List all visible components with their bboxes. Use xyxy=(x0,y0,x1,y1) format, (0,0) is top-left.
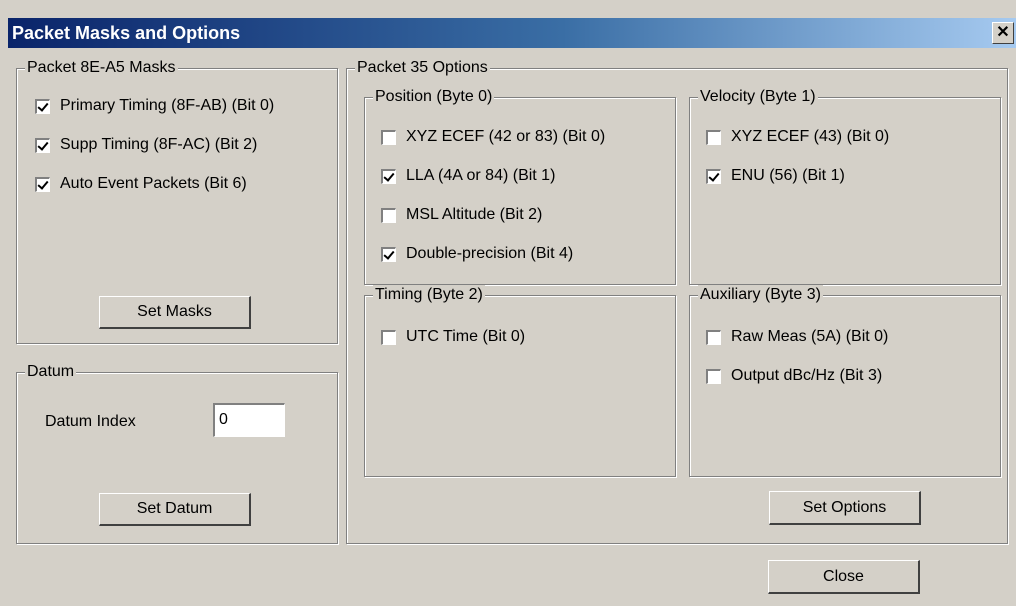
checkbox[interactable] xyxy=(381,246,396,262)
checkbox-label: MSL Altitude (Bit 2) xyxy=(406,206,543,223)
checkbox-label: Output dBc/Hz (Bit 3) xyxy=(731,367,883,384)
checkbox-pos-lla[interactable]: LLA (4A or 84) (Bit 1) xyxy=(381,167,555,185)
checkbox[interactable] xyxy=(381,168,396,184)
position-group: Position (Byte 0) XYZ ECEF (42 or 83) (B… xyxy=(364,87,676,285)
datum-legend: Datum xyxy=(25,362,77,382)
set-options-button[interactable]: Set Options xyxy=(769,491,921,525)
checkbox-raw-meas[interactable]: Raw Meas (5A) (Bit 0) xyxy=(706,328,888,346)
checkbox-pos-msl-altitude[interactable]: MSL Altitude (Bit 2) xyxy=(381,206,542,224)
checkbox-output-dbc[interactable]: Output dBc/Hz (Bit 3) xyxy=(706,367,882,385)
checkbox[interactable] xyxy=(706,368,721,384)
timing-legend: Timing (Byte 2) xyxy=(373,285,485,305)
close-button[interactable]: Close xyxy=(768,560,920,594)
velocity-legend: Velocity (Byte 1) xyxy=(698,87,818,107)
checkbox-utc-time[interactable]: UTC Time (Bit 0) xyxy=(381,328,525,346)
checkbox[interactable] xyxy=(381,129,396,145)
position-legend: Position (Byte 0) xyxy=(373,87,495,107)
checkbox-label: XYZ ECEF (43) (Bit 0) xyxy=(731,128,890,145)
checkbox[interactable] xyxy=(381,207,396,223)
set-datum-button[interactable]: Set Datum xyxy=(99,493,251,526)
timing-group: Timing (Byte 2) UTC Time (Bit 0) xyxy=(364,285,676,477)
checkbox-pos-xyz-ecef[interactable]: XYZ ECEF (42 or 83) (Bit 0) xyxy=(381,128,605,146)
close-icon[interactable]: ✕ xyxy=(992,22,1014,44)
packet-masks-dialog: Packet Masks and Options ✕ Packet 8E-A5 … xyxy=(0,0,1016,606)
checkbox-pos-double-precision[interactable]: Double-precision (Bit 4) xyxy=(381,245,573,263)
masks-group: Packet 8E-A5 Masks Primary Timing (8F-AB… xyxy=(16,58,338,344)
checkbox-label: Raw Meas (5A) (Bit 0) xyxy=(731,328,889,345)
checkbox-vel-xyz-ecef[interactable]: XYZ ECEF (43) (Bit 0) xyxy=(706,128,889,146)
checkbox-label: ENU (56) (Bit 1) xyxy=(731,167,845,184)
checkbox-auto-event[interactable]: Auto Event Packets (Bit 6) xyxy=(35,175,247,193)
checkbox[interactable] xyxy=(706,129,721,145)
options-legend: Packet 35 Options xyxy=(355,58,490,78)
checkbox-label: XYZ ECEF (42 or 83) (Bit 0) xyxy=(406,128,606,145)
auxiliary-legend: Auxiliary (Byte 3) xyxy=(698,285,823,305)
masks-legend: Packet 8E-A5 Masks xyxy=(25,58,178,78)
velocity-group: Velocity (Byte 1) XYZ ECEF (43) (Bit 0) … xyxy=(689,87,1001,285)
datum-group: Datum Datum Index 0 Set Datum xyxy=(16,362,338,544)
checkbox-label: Double-precision (Bit 4) xyxy=(406,245,574,262)
auxiliary-group: Auxiliary (Byte 3) Raw Meas (5A) (Bit 0)… xyxy=(689,285,1001,477)
checkbox-label: Supp Timing (8F-AC) (Bit 2) xyxy=(60,136,258,153)
checkbox-label: Auto Event Packets (Bit 6) xyxy=(60,175,247,192)
checkbox[interactable] xyxy=(706,329,721,345)
checkbox-label: Primary Timing (8F-AB) (Bit 0) xyxy=(60,97,275,114)
set-masks-button[interactable]: Set Masks xyxy=(99,296,251,329)
checkbox-label: LLA (4A or 84) (Bit 1) xyxy=(406,167,556,184)
datum-index-label: Datum Index xyxy=(45,413,136,430)
checkbox-label: UTC Time (Bit 0) xyxy=(406,328,526,345)
title-bar[interactable]: Packet Masks and Options ✕ xyxy=(8,18,1016,48)
checkbox[interactable] xyxy=(381,329,396,345)
checkbox-vel-enu[interactable]: ENU (56) (Bit 1) xyxy=(706,167,845,185)
datum-index-input[interactable]: 0 xyxy=(213,403,285,437)
window-title: Packet Masks and Options xyxy=(12,23,241,43)
checkbox-primary-timing[interactable]: Primary Timing (8F-AB) (Bit 0) xyxy=(35,97,274,115)
checkbox[interactable] xyxy=(35,137,50,153)
checkbox[interactable] xyxy=(35,176,50,192)
options-group: Packet 35 Options Position (Byte 0) XYZ … xyxy=(346,58,1008,544)
checkbox[interactable] xyxy=(35,98,50,114)
checkbox-supp-timing[interactable]: Supp Timing (8F-AC) (Bit 2) xyxy=(35,136,257,154)
checkbox[interactable] xyxy=(706,168,721,184)
